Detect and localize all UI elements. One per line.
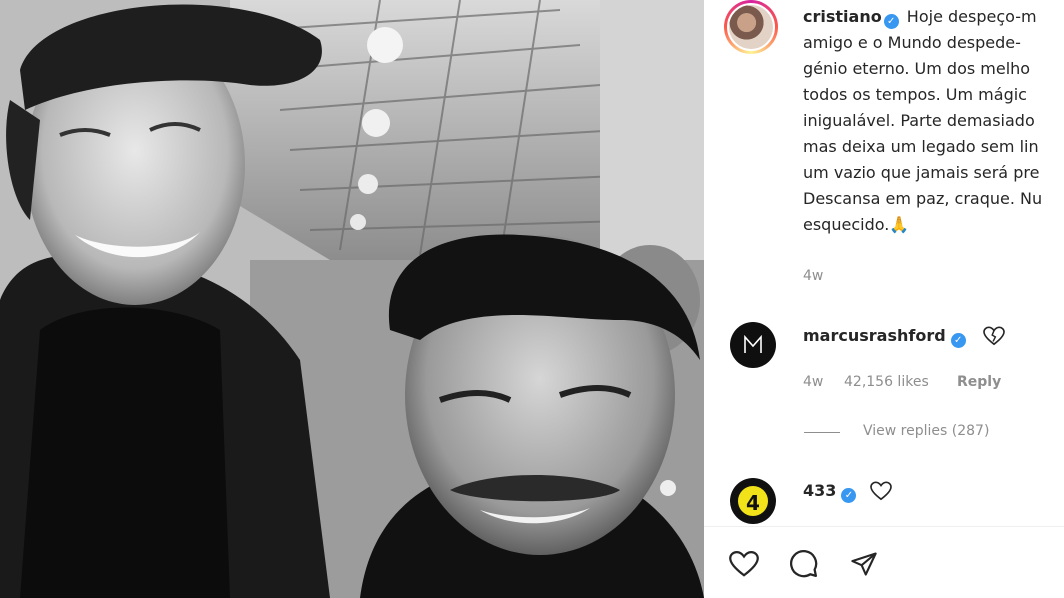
share-button[interactable] [846,546,882,582]
caption-line: Descansa em paz, craque. Nu [803,189,1043,208]
actions-divider [704,526,1064,527]
broken-heart-icon [983,326,1005,346]
heart-icon [729,550,759,577]
commenter-avatar[interactable] [730,322,776,368]
commenter-avatar[interactable]: 4 [730,478,776,524]
comment-timestamp[interactable]: 4w [803,374,823,390]
post-photo-illustration [0,0,704,598]
replies-divider [804,432,840,433]
caption-line: amigo e o Mundo despede- [803,33,1021,52]
caption-line: génio eterno. Um dos melho [803,59,1031,78]
caption-line: esquecido.🙏 [803,215,910,234]
caption-text: Hoje despeço-m [906,7,1037,26]
commenter-avatar-logo: 4 [736,484,770,518]
author-username[interactable]: cristiano [803,7,882,26]
verified-icon: ✓ [883,14,899,29]
comment-button[interactable] [786,546,822,582]
comment-icon [790,550,818,578]
caption-line: mas deixa um legado sem lin [803,137,1039,156]
caption-line: inigualável. Parte demasiado [803,111,1035,130]
post-caption: cristiano ✓ Hoje despeço-m amigo e o Mund… [803,4,1064,238]
brand-logo-icon [744,334,762,353]
comment-likes[interactable]: 42,156 likes [844,374,929,390]
reply-button[interactable]: Reply [957,374,1001,390]
commenter-username[interactable]: 433 ✓ [803,481,859,503]
commenter-username-text: 433 [803,481,837,500]
caption-line: um vazio que jamais será pre [803,163,1040,182]
caption-line: cristiano ✓ Hoje despeço-m [803,4,1064,30]
like-comment-heart-icon[interactable] [870,481,892,501]
verified-icon: ✓ [950,333,966,348]
verified-icon: ✓ [841,488,857,503]
commenter-username[interactable]: marcusrashford ✓ [803,326,969,348]
author-avatar-image [727,3,775,51]
post-sidebar: cristiano ✓ Hoje despeço-m amigo e o Mund… [704,0,1064,598]
author-avatar[interactable] [724,0,778,54]
share-icon [851,552,877,576]
commenter-username-text: marcusrashford [803,326,946,345]
view-replies-button[interactable]: View replies (287) [863,423,989,439]
like-button[interactable] [726,546,762,582]
caption-line: todos os tempos. Um mágic [803,85,1027,104]
post-photo [0,0,704,598]
post-timestamp[interactable]: 4w [803,268,823,284]
